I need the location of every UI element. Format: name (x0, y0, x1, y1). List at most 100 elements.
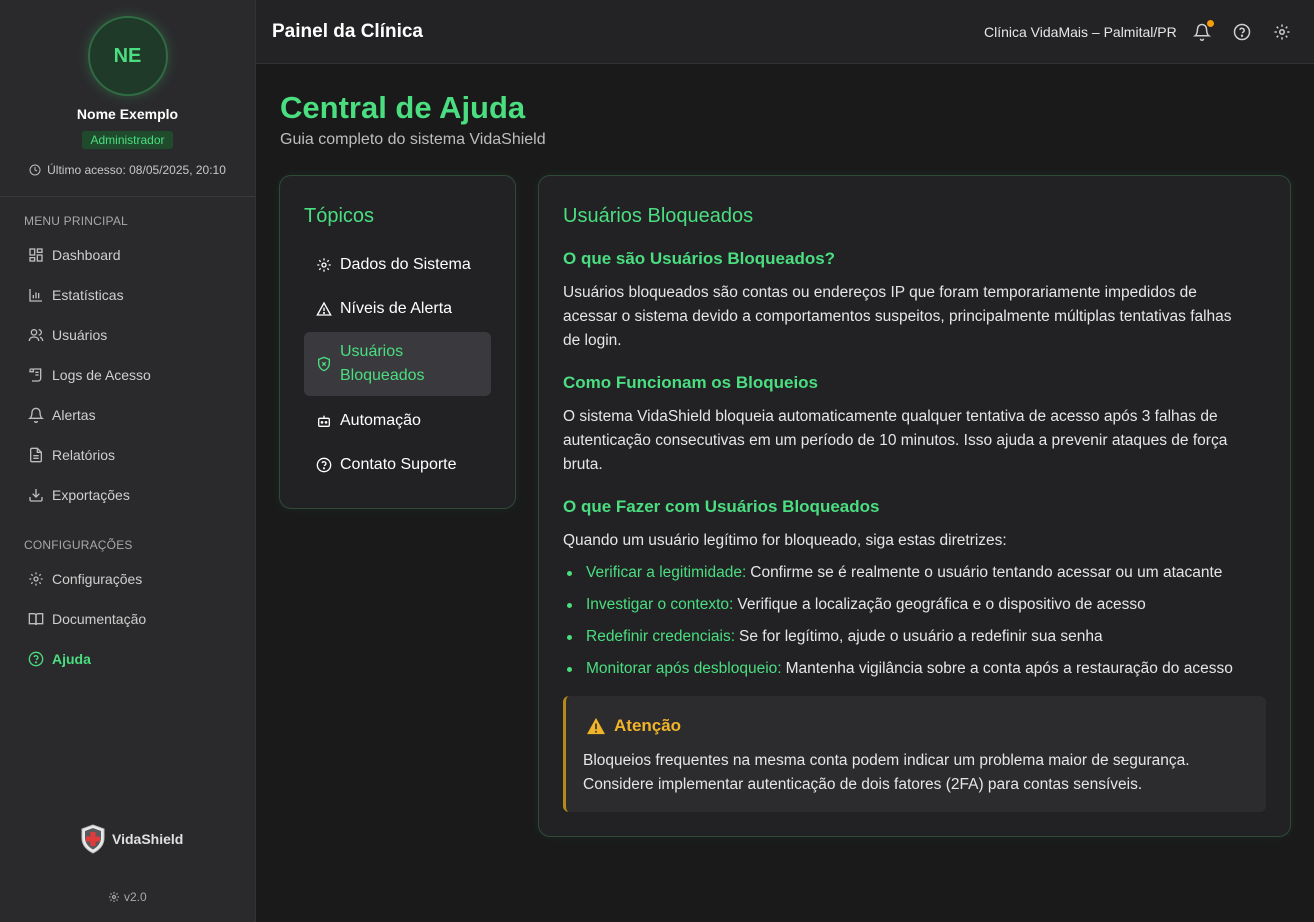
brand-logo: VidaShield (80, 824, 183, 854)
sidebar-item-documentacao[interactable]: Documentação (28, 609, 146, 629)
sidebar-item-relatorios[interactable]: Relatórios (28, 445, 115, 465)
bar-chart-icon (29, 289, 42, 302)
topic-usuarios-bloqueados[interactable]: Usuários Bloqueados (304, 332, 491, 396)
sidebar-item-dashboard[interactable]: Dashboard (28, 245, 121, 265)
topics-title: Tópicos (304, 205, 375, 227)
topics-card: Tópicos Dados do Sistema Níveis de Alert… (279, 175, 516, 509)
topic-contato-suporte[interactable]: Contato Suporte (304, 455, 491, 475)
topic-label: Automação (340, 412, 421, 429)
book-icon (28, 613, 44, 626)
gear-icon (109, 892, 119, 902)
topic-niveis-alerta[interactable]: Níveis de Alerta (304, 299, 491, 319)
list-item-text: Se for legítimo, ajude o usuário a redef… (739, 628, 1103, 645)
list-item-key: Redefinir credenciais: (586, 628, 736, 645)
list-item-text: Mantenha vigilância sobre a conta após a… (785, 660, 1233, 677)
sidebar: NE Nome Exemplo Administrador Último ace… (0, 0, 256, 922)
section-heading: O que são Usuários Bloqueados? (563, 249, 836, 268)
page-subtitle: Guia completo do sistema VidaShield (280, 131, 546, 148)
help-circle-icon[interactable] (1233, 23, 1251, 41)
topic-dados-sistema[interactable]: Dados do Sistema (304, 255, 491, 275)
scroll-icon (29, 368, 42, 382)
warning-title: Atenção (586, 716, 681, 736)
gear-icon (317, 258, 331, 272)
sidebar-item-label: Usuários (52, 327, 108, 343)
help-content-card: Usuários Bloqueados O que são Usuários B… (538, 175, 1291, 837)
version: v2.0 (108, 890, 147, 904)
sidebar-item-ajuda[interactable]: Ajuda (28, 649, 91, 669)
bullet-dot (567, 666, 572, 672)
sidebar-item-exportacoes[interactable]: Exportações (28, 485, 130, 505)
sidebar-item-label: Relatórios (52, 447, 116, 463)
list-item-key: Verificar a legitimidade: (586, 564, 747, 581)
content-title: Usuários Bloqueados (563, 205, 754, 227)
section-text: O sistema VidaShield bloqueia automatica… (563, 408, 1228, 473)
bullet-dot (567, 634, 572, 640)
sidebar-item-usuarios[interactable]: Usuários (28, 325, 107, 345)
sidebar-item-label: Exportações (52, 487, 130, 503)
list-item: Verificar a legitimidade: Confirme se é … (563, 564, 1222, 582)
version-text: v2.0 (124, 890, 147, 904)
topbar-title: Painel da Clínica (272, 21, 423, 42)
list-item: Monitorar após desbloqueio: Mantenha vig… (563, 660, 1233, 678)
last-access-text: Último acesso: 08/05/2025, 20:10 (47, 163, 226, 177)
sidebar-item-alertas[interactable]: Alertas (28, 405, 96, 425)
list-item-text: Verifique a localização geográfica e o d… (737, 596, 1146, 613)
list-item-key: Monitorar após desbloqueio: (586, 660, 782, 677)
clinic-name: Clínica VidaMais – Palmital/PR (984, 24, 1177, 40)
config-section-title: CONFIGURAÇÕES (24, 538, 133, 552)
section-text: Usuários bloqueados são contas ou endere… (563, 284, 1232, 349)
topic-label: Níveis de Alerta (340, 300, 453, 317)
brand-name: VidaShield (112, 831, 184, 847)
sidebar-item-label: Logs de Acesso (52, 367, 151, 383)
shield-cross-icon (81, 824, 105, 854)
profile-name: Nome Exemplo (76, 106, 179, 122)
robot-icon (318, 415, 330, 427)
warning-callout: Atenção Bloqueios frequentes na mesma co… (563, 696, 1266, 812)
avatar: NE (87, 16, 168, 96)
users-icon (28, 329, 44, 342)
section-heading: O que Fazer com Usuários Bloqueados (563, 497, 880, 516)
sidebar-item-label: Estatísticas (52, 287, 124, 303)
sidebar-item-label: Configurações (52, 571, 143, 587)
sidebar-item-label: Dashboard (52, 247, 121, 263)
list-item: Redefinir credenciais: Se for legítimo, … (563, 628, 1103, 646)
list-item-key: Investigar o contexto: (586, 596, 734, 613)
file-icon (30, 447, 42, 463)
sidebar-item-estatisticas[interactable]: Estatísticas (28, 285, 124, 305)
topbar: Painel da Clínica Clínica VidaMais – Pal… (256, 0, 1314, 64)
bell-icon (28, 407, 44, 423)
notification-dot (1207, 20, 1214, 27)
sidebar-item-logs[interactable]: Logs de Acesso (28, 365, 151, 385)
help-circle-icon (316, 457, 332, 473)
topic-label: Dados do Sistema (340, 256, 471, 273)
list-item: Investigar o contexto: Verifique a local… (563, 596, 1146, 614)
warning-icon (587, 717, 605, 735)
sidebar-item-label: Documentação (52, 611, 147, 627)
sidebar-item-label: Alertas (52, 407, 96, 423)
warning-title-text: Atenção (614, 716, 682, 735)
menu-section-title: MENU PRINCIPAL (24, 214, 128, 228)
page-title: Central de Ajuda (280, 90, 526, 125)
section-text: Quando um usuário legítimo for bloqueado… (563, 532, 1007, 549)
list-item-text: Confirme se é realmente o usuário tentan… (750, 564, 1223, 581)
shield-x-icon (318, 356, 330, 372)
dashboard-icon (29, 248, 43, 262)
topic-automacao[interactable]: Automação (304, 411, 491, 431)
download-icon (29, 489, 43, 502)
role-badge: Administrador (82, 131, 173, 149)
topic-label: Usuários Bloqueados (340, 343, 425, 384)
section-heading: Como Funcionam os Bloqueios (563, 373, 819, 392)
bullet-dot (567, 602, 572, 608)
topic-label: Contato Suporte (340, 456, 457, 473)
warning-icon (316, 301, 332, 316)
last-access: Último acesso: 08/05/2025, 20:10 (29, 163, 226, 177)
profile-panel: NE Nome Exemplo Administrador Último ace… (0, 0, 255, 197)
gear-icon (29, 572, 43, 586)
sidebar-item-configuracoes[interactable]: Configurações (28, 569, 142, 589)
bullet-dot (567, 570, 572, 576)
gear-icon[interactable] (1273, 23, 1291, 41)
sidebar-item-label: Ajuda (52, 651, 91, 667)
help-circle-icon (28, 651, 44, 667)
warning-text: Bloqueios frequentes na mesma conta pode… (583, 752, 1190, 793)
clock-icon (29, 164, 41, 176)
